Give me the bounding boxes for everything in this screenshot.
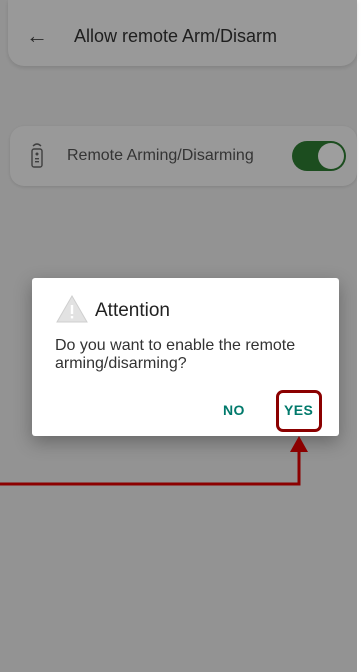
annotation-arrow — [0, 436, 308, 486]
